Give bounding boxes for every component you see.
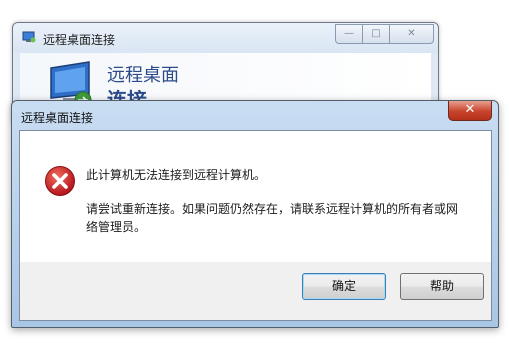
error-message-primary: 此计算机无法连接到远程计算机。: [86, 168, 267, 182]
dialog-client-area: 此计算机无法连接到远程计算机。 请尝试重新连接。如果问题仍然存在，请联系远程计算…: [19, 130, 492, 321]
minimize-icon[interactable]: —: [335, 24, 363, 44]
ok-button[interactable]: 确定: [302, 273, 386, 300]
background-window-title: 远程桌面连接: [43, 33, 116, 47]
error-message-secondary: 请尝试重新连接。如果问题仍然存在，请联系远程计算机的所有者或网络管理员。: [86, 202, 459, 234]
maximize-icon[interactable]: □: [362, 24, 390, 44]
help-button[interactable]: 帮助: [400, 273, 484, 300]
error-icon: [45, 166, 75, 196]
background-titlebar: 远程桌面连接 — □ ✕: [13, 23, 438, 53]
error-dialog: 远程桌面连接 ✕ 此计算机无法连接到远程计算机。 请尝试重新连接。如果问题仍然存…: [11, 100, 499, 328]
remote-desktop-small-icon: [22, 31, 36, 43]
close-icon[interactable]: ✕: [389, 24, 434, 44]
dialog-title: 远程桌面连接: [21, 111, 94, 125]
window-controls: — □ ✕: [335, 24, 434, 44]
close-icon[interactable]: ✕: [448, 101, 492, 121]
dialog-message-area: 此计算机无法连接到远程计算机。 请尝试重新连接。如果问题仍然存在，请联系远程计算…: [20, 131, 491, 262]
